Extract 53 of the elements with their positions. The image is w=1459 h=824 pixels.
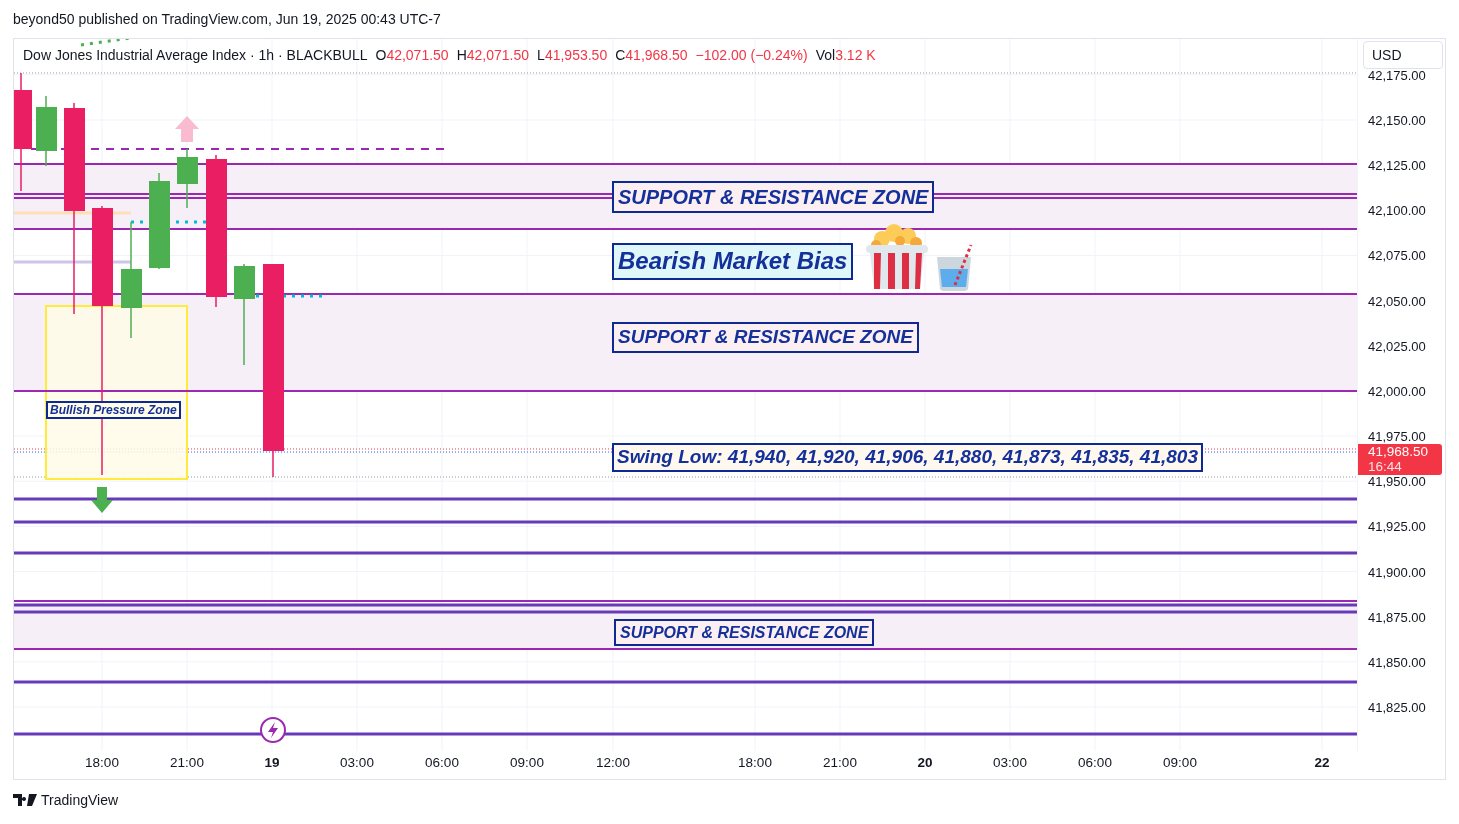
price-tick: 42,000.00 [1368, 383, 1426, 399]
logo-icon [13, 794, 37, 806]
dotted-line [80, 39, 132, 47]
price-tick: 42,150.00 [1368, 112, 1426, 128]
ohlc-value: C41,968.50 [615, 47, 688, 63]
candlestick [36, 95, 57, 167]
price-tick: 42,175.00 [1368, 67, 1426, 83]
volume-value: Vol3.12 K [815, 47, 876, 63]
publish-info: beyond50 published on TradingView.com, Jun 19, 2025 00:43 UTC-7 [13, 11, 441, 27]
time-tick: 09:00 [1163, 755, 1197, 770]
time-tick: 12:00 [596, 755, 630, 770]
time-tick: 03:00 [993, 755, 1027, 770]
ohlc-value: O42,071.50 [375, 47, 449, 63]
time-tick: 18:00 [85, 755, 119, 770]
chart-label: Bearish Market Bias [612, 243, 854, 280]
candlestick [177, 148, 198, 209]
time-tick: 21:00 [170, 755, 204, 770]
time-tick: 21:00 [823, 755, 857, 770]
price-change: −102.00 (−0.24%) [695, 47, 808, 63]
price-tick: 41,850.00 [1368, 654, 1426, 670]
symbol-title: Dow Jones Industrial Average Index · 1h · BLACKBULL [23, 47, 368, 63]
arrow-down-icon [91, 487, 113, 513]
price-tick: 41,975.00 [1368, 428, 1426, 444]
time-tick: 20 [917, 755, 933, 770]
time-tick: 19 [264, 755, 280, 770]
chart-label: Bullish Pressure Zone [46, 401, 181, 420]
time-tick: 09:00 [510, 755, 544, 770]
price-tick: 42,025.00 [1368, 338, 1426, 354]
price-tick: 42,075.00 [1368, 247, 1426, 263]
time-tick: 06:00 [425, 755, 459, 770]
ohlc-value: H42,071.50 [456, 47, 530, 63]
brand-name: TradingView [41, 792, 119, 808]
lightning-icon [260, 717, 286, 743]
price-tick: 41,825.00 [1368, 699, 1426, 715]
arrow-up-icon [175, 116, 199, 142]
time-tick: 18:00 [738, 755, 772, 770]
price-tick: 42,100.00 [1368, 202, 1426, 218]
ohlc-value: L41,953.50 [537, 47, 608, 63]
price-tick: 41,925.00 [1368, 518, 1426, 534]
chart-label: SUPPORT & RESISTANCE ZONE [612, 181, 935, 213]
price-tick: 41,875.00 [1368, 609, 1426, 625]
price-tick: 41,950.00 [1368, 473, 1426, 489]
chart-label: SUPPORT & RESISTANCE ZONE [612, 322, 919, 353]
time-tick: 03:00 [340, 755, 374, 770]
chart-label: Swing Low: 41,940, 41,920, 41,906, 41,880, 41,873, 41,835, 41,803 [612, 443, 1203, 472]
chart-label: SUPPORT & RESISTANCE ZONE [614, 619, 875, 647]
price-tick: 42,125.00 [1368, 157, 1426, 173]
time-tick: 22 [1314, 755, 1330, 770]
last-price-tag: 41,968.50 16:44 [1358, 444, 1442, 475]
currency-button[interactable]: USD [1363, 41, 1443, 69]
price-tick: 41,900.00 [1368, 564, 1426, 579]
price-tick: 42,050.00 [1368, 293, 1426, 309]
time-tick: 06:00 [1078, 755, 1112, 770]
